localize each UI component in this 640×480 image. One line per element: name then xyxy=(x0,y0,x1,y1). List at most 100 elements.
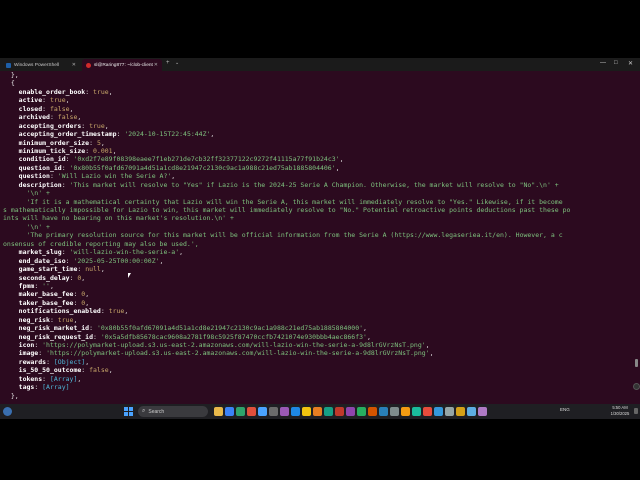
notification-icon[interactable] xyxy=(634,408,638,414)
terminal-token: is_50_50_outcome xyxy=(18,366,82,375)
terminal-token: game_start_time xyxy=(18,265,78,274)
app-icon[interactable] xyxy=(478,407,487,416)
taskbar-search[interactable]: ⌕ Search xyxy=(138,406,208,417)
terminal-token: , xyxy=(363,324,367,333)
terminal-token: , xyxy=(429,349,434,358)
app-icon[interactable] xyxy=(445,407,454,416)
terminal-token: neg_risk_request_id xyxy=(18,332,94,341)
app-icon[interactable] xyxy=(434,407,443,416)
chrome-icon[interactable] xyxy=(247,407,256,416)
terminal-token: false xyxy=(89,366,109,375)
minimize-button[interactable]: — xyxy=(600,60,606,66)
terminal-token: icon xyxy=(18,341,35,349)
terminal-token: tokens xyxy=(18,374,43,383)
terminal-token: , xyxy=(159,256,164,265)
terminal-token: , xyxy=(85,298,90,307)
app-icon[interactable] xyxy=(357,407,366,416)
vscode-icon[interactable] xyxy=(291,407,300,416)
app-icon[interactable] xyxy=(467,407,476,416)
terminal-line: neg_risk: true, xyxy=(3,316,631,324)
terminal-line: enable_order_book: true, xyxy=(3,88,631,96)
app-icon[interactable] xyxy=(456,407,465,416)
mail-icon[interactable] xyxy=(258,407,267,416)
close-icon[interactable]: ✕ xyxy=(72,62,76,68)
terminal-token: , xyxy=(171,172,176,181)
app-icon[interactable] xyxy=(423,407,432,416)
terminal-token: : xyxy=(61,248,70,257)
terminal-token: , xyxy=(339,155,344,164)
terminal-token: , xyxy=(85,290,90,299)
terminal-token: question_id xyxy=(18,163,62,172)
app-icon[interactable] xyxy=(302,407,311,416)
terminal-line: }, xyxy=(3,71,631,79)
terminal-token: false xyxy=(49,104,70,113)
scrollbar-thumb[interactable] xyxy=(635,359,638,367)
app-icon[interactable] xyxy=(412,407,421,416)
app-icon[interactable] xyxy=(335,407,344,416)
terminal-token: closed xyxy=(18,104,43,113)
edge-icon[interactable] xyxy=(236,407,245,416)
terminal-token: , xyxy=(210,130,215,139)
start-button[interactable] xyxy=(124,407,133,416)
weather-icon[interactable] xyxy=(3,407,12,416)
tab-ubuntu-shell[interactable]: sl@Raring877: ~/clob-client ✕ xyxy=(82,59,162,71)
terminal-token: , xyxy=(81,273,86,282)
app-icon[interactable] xyxy=(346,407,355,416)
settings-icon[interactable] xyxy=(280,407,289,416)
terminal-token: maker_base_fee xyxy=(18,290,74,299)
new-tab-button[interactable]: + xyxy=(166,60,170,66)
app-icon[interactable] xyxy=(390,407,399,416)
chevron-down-icon[interactable]: ⌄ xyxy=(175,60,179,66)
terminal-token: '\n' + xyxy=(26,189,50,198)
terminal-token: : xyxy=(38,349,47,358)
search-label: Search xyxy=(148,408,165,415)
terminal-token: 'This market will resolve to "Yes" if La… xyxy=(69,180,559,189)
terminal-token: { xyxy=(3,79,15,88)
system-clock[interactable]: 5:50 AM 1/30/2025 xyxy=(604,405,636,417)
terminal-token: archived xyxy=(18,113,50,122)
terminal-token: [Array] xyxy=(42,383,70,392)
maximize-button[interactable]: □ xyxy=(614,60,618,66)
app-icon[interactable] xyxy=(324,407,333,416)
language-indicator[interactable]: ENG xyxy=(560,407,570,412)
close-icon[interactable]: ✕ xyxy=(154,62,158,68)
terminal-output[interactable]: }, { enable_order_book: true, active: tr… xyxy=(0,71,640,404)
terminal-line: ints will have no bearing on this market… xyxy=(3,214,631,222)
terminal-token: true xyxy=(57,315,74,324)
terminal-line: notifications_enabled: true, xyxy=(3,307,631,315)
file-explorer-icon[interactable] xyxy=(214,407,223,416)
ubuntu-icon xyxy=(86,62,91,68)
terminal-token: taker_base_fee xyxy=(18,298,74,307)
app-icon[interactable] xyxy=(401,407,410,416)
terminal-token: accepting_order_timestamp xyxy=(18,130,117,139)
tab-windows-powershell[interactable]: Windows PowerShell ✕ xyxy=(2,59,80,71)
terminal-token: : xyxy=(61,163,70,172)
tab-label: sl@Raring877: ~/clob-client xyxy=(94,62,153,68)
app-icon[interactable] xyxy=(368,407,377,416)
scroll-to-bottom-button[interactable] xyxy=(633,383,640,390)
close-window-button[interactable]: ✕ xyxy=(628,60,633,67)
terminal-line: minimum_order_size: 5, xyxy=(3,139,631,147)
terminal-icon[interactable] xyxy=(269,407,278,416)
terminal-token: true xyxy=(89,121,105,130)
store-icon[interactable] xyxy=(225,407,234,416)
terminal-token: minimum_tick_size xyxy=(18,146,86,155)
terminal-line: market_slug: 'will-lazio-win-the-serie-a… xyxy=(3,248,631,256)
terminal-line: 'If it is a mathematical certainty that … xyxy=(3,198,631,206)
terminal-line: tokens: [Array], xyxy=(3,375,631,383)
app-icon[interactable] xyxy=(379,407,388,416)
app-icon[interactable] xyxy=(313,407,322,416)
terminal-token: , xyxy=(65,96,70,105)
terminal-token: , xyxy=(335,163,340,172)
terminal-line: fpmm: '', xyxy=(3,282,631,290)
